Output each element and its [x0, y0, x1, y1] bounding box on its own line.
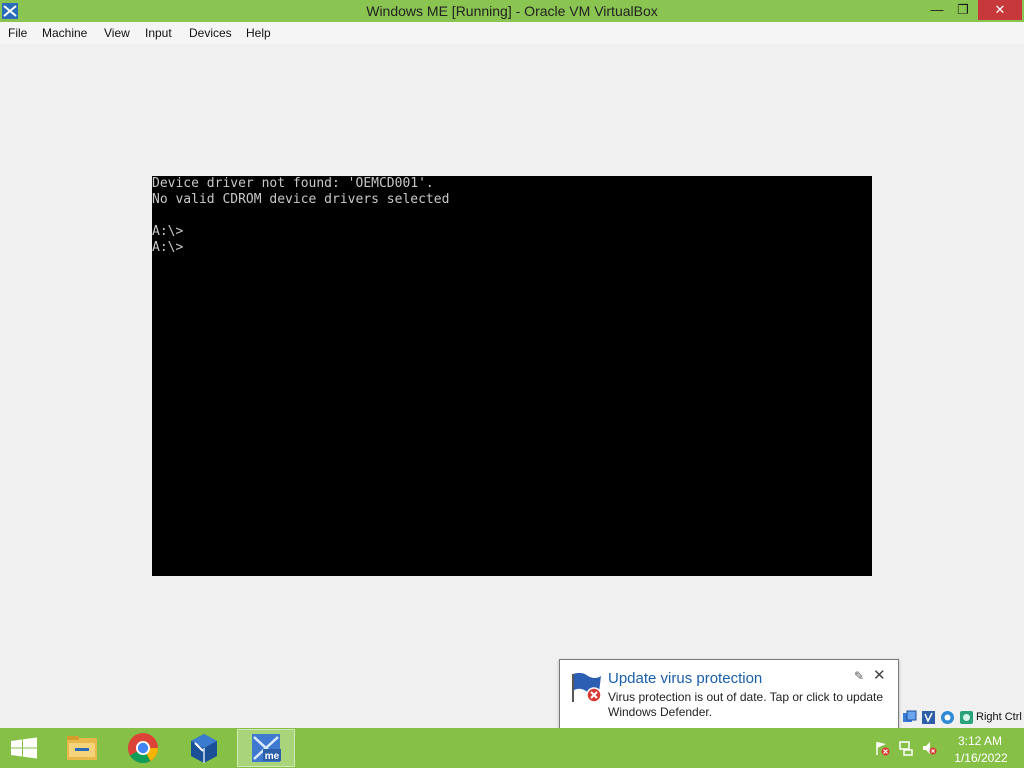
virtualbox-icon[interactable] [175, 729, 233, 767]
menu-help[interactable]: Help [246, 26, 271, 40]
notification-body: Virus protection is out of date. Tap or … [608, 690, 884, 719]
menu-bar: File Machine View Input Devices Help [0, 22, 1024, 44]
pin-icon[interactable]: ✎ [854, 669, 864, 683]
window-title: Windows ME [Running] - Oracle VM Virtual… [366, 3, 658, 19]
menu-machine[interactable]: Machine [42, 26, 87, 40]
action-center-warning-icon[interactable] [874, 740, 890, 756]
minimize-button[interactable]: — [924, 0, 950, 20]
windows-defender-flag-icon [572, 672, 602, 703]
host-key-label: Right Ctrl [976, 711, 1022, 723]
start-button[interactable] [0, 728, 48, 768]
console-line: No valid CDROM device drivers selected [152, 192, 450, 207]
vm-status-bar: Right Ctrl [902, 709, 1024, 727]
title-bar[interactable]: Windows ME [Running] - Oracle VM Virtual… [0, 0, 1024, 22]
optical-drive-icon[interactable] [959, 710, 974, 725]
virtualbox-window: Windows ME [Running] - Oracle VM Virtual… [0, 0, 1024, 728]
maximize-button[interactable]: ❐ [950, 0, 976, 20]
chrome-icon[interactable] [114, 729, 172, 767]
file-explorer-icon[interactable] [53, 729, 111, 767]
menu-input[interactable]: Input [145, 26, 172, 40]
volume-muted-icon[interactable] [921, 740, 937, 756]
notification-toast[interactable]: Update virus protection Virus protection… [559, 659, 899, 729]
vm-console-screen[interactable]: Device driver not found: 'OEMCD001'. No … [152, 176, 872, 576]
console-prompt: A:\> [152, 240, 184, 255]
menu-devices[interactable]: Devices [189, 26, 232, 40]
console-prompt: A:\> [152, 224, 184, 239]
shared-folders-icon[interactable] [940, 710, 955, 725]
svg-text:me: me [265, 751, 280, 762]
menu-view[interactable]: View [104, 26, 130, 40]
usb-icon[interactable] [921, 710, 936, 725]
clock-date[interactable]: 1/16/2022 [950, 751, 1012, 765]
close-icon[interactable]: ✕ [873, 666, 886, 684]
taskbar: me 3:12 AM 1/16/2022 [0, 728, 1024, 768]
network-adapter-icon[interactable] [902, 710, 917, 725]
console-line: Device driver not found: 'OEMCD001'. [152, 176, 434, 191]
windows-me-vm-icon[interactable]: me [237, 729, 295, 767]
close-button[interactable]: ✕ [978, 0, 1022, 20]
clock-time[interactable]: 3:12 AM [950, 734, 1010, 748]
menu-file[interactable]: File [8, 26, 27, 40]
network-icon[interactable] [898, 740, 914, 756]
notification-title: Update virus protection [608, 670, 763, 687]
